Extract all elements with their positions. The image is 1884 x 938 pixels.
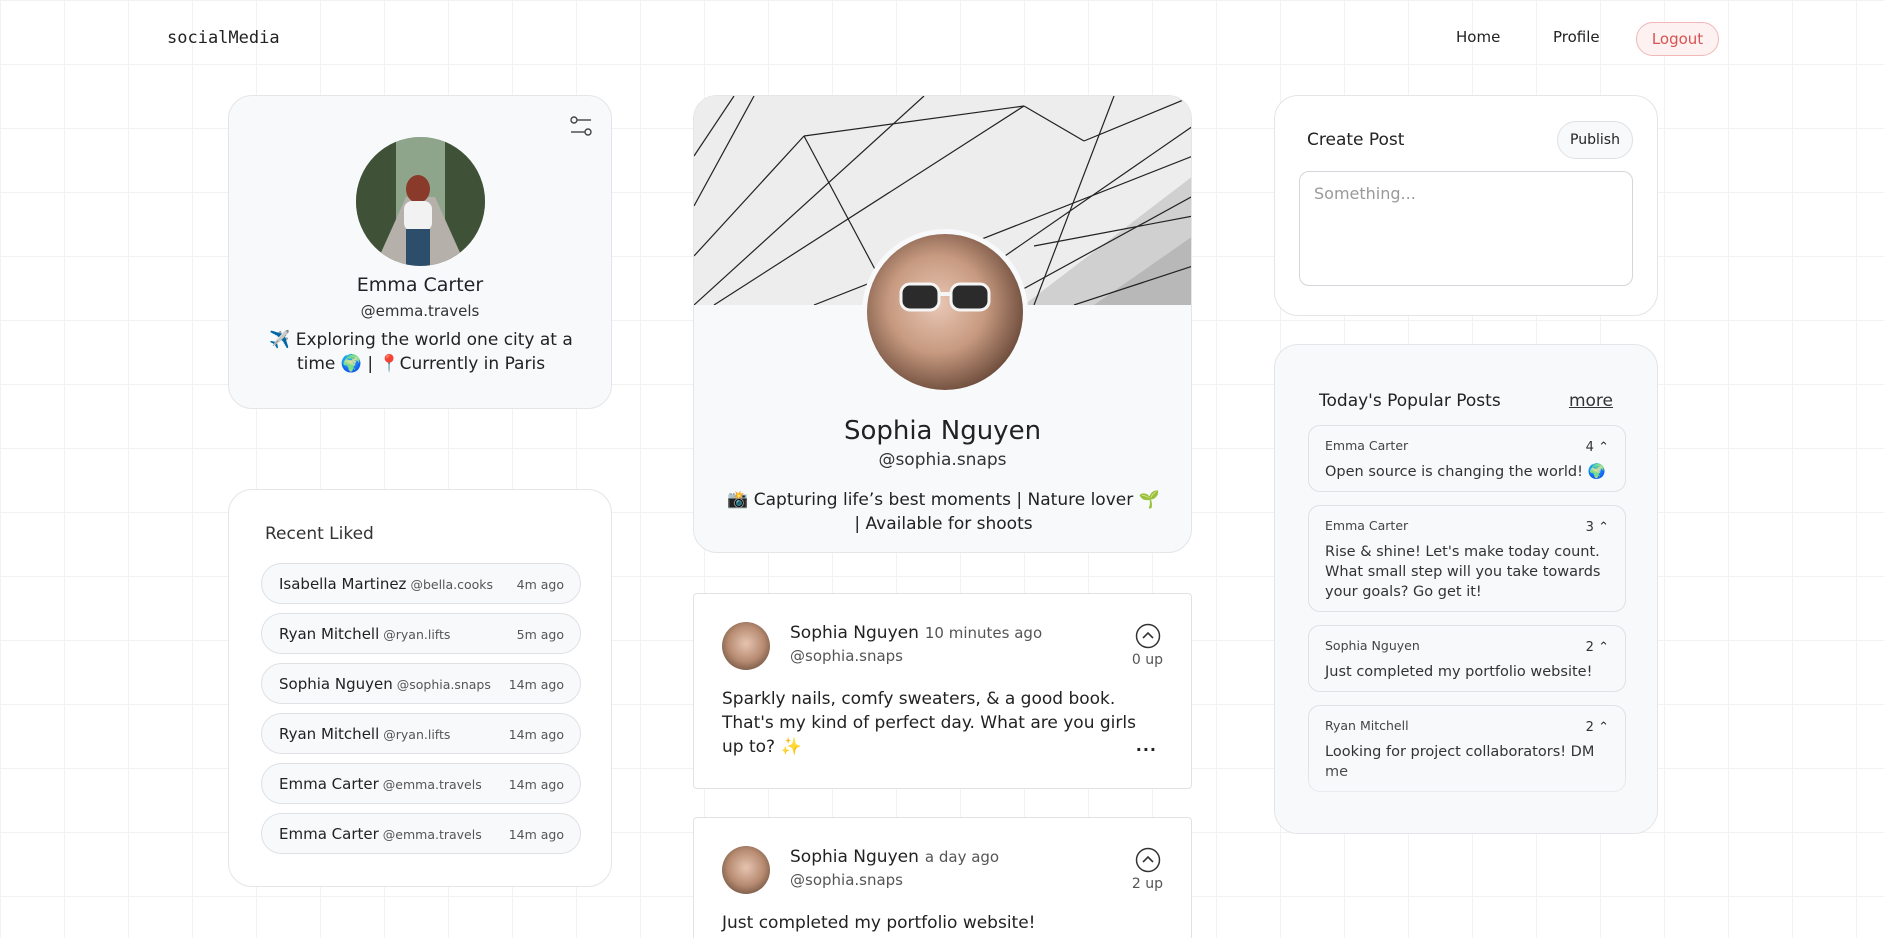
liked-user-handle: @emma.travels [382,777,482,792]
post-text: Sparkly nails, comfy sweaters, & a good … [722,689,1136,757]
list-item[interactable]: Emma Carter 4 ⌃ Open source is changing … [1308,425,1626,492]
viewed-profile-avatar [862,229,1028,395]
list-item[interactable]: Sophia Nguyen @sophia.snaps 14m ago [261,663,581,704]
liked-user-handle: @ryan.lifts [383,727,451,742]
liked-time: 14m ago [508,677,564,692]
chevron-up-icon: ⌃ [1598,520,1609,535]
popular-more-link[interactable]: more [1569,391,1613,411]
profile-name: Emma Carter [356,274,484,296]
popular-post-author: Emma Carter [1325,518,1409,533]
liked-time: 5m ago [516,627,564,642]
liked-user-name: Emma Carter [279,825,379,843]
list-item[interactable]: Emma Carter @emma.travels 14m ago [261,813,581,854]
post-card: Sophia Nguyen 10 minutes ago @sophia.snap… [693,593,1192,789]
popular-post-text: Just completed my portfolio website! [1325,664,1593,680]
logout-button[interactable]: Logout [1636,22,1719,56]
liked-user-name: Emma Carter [279,775,379,793]
post-time: 10 minutes ago [924,624,1043,642]
list-item[interactable]: Sophia Nguyen 2 ⌃ Just completed my port… [1308,625,1626,692]
list-item[interactable]: Ryan Mitchell @ryan.lifts 5m ago [261,613,581,654]
avatar [356,137,485,266]
recent-liked-title: Recent Liked [265,524,374,544]
post-textarea[interactable] [1299,171,1633,286]
list-item[interactable]: Emma Carter @emma.travels 14m ago [261,763,581,804]
viewed-profile-handle: @sophia.snaps [878,450,1007,470]
liked-user-name: Ryan Mitchell [279,725,380,743]
popular-post-text: Open source is changing the world! 🌍 [1325,464,1606,480]
viewed-profile-name: Sophia Nguyen [843,416,1042,446]
liked-user-name: Isabella Martinez [279,575,407,593]
liked-time: 14m ago [508,827,564,842]
popular-post-author: Ryan Mitchell [1325,718,1409,733]
profile-handle: @emma.travels [360,302,480,320]
post-author[interactable]: Sophia Nguyen [790,623,919,643]
chevron-up-icon: ⌃ [1598,440,1609,455]
popular-post-count: 2 [1585,640,1594,655]
top-nav: socialMedia Home Profile Logout [0,0,1884,76]
liked-user-handle: @emma.travels [382,827,482,842]
post-handle: @sophia.snaps [790,647,903,665]
post-text: Just completed my portfolio website! [722,913,1036,933]
liked-user-handle: @bella.cooks [410,577,494,592]
liked-user-name: Ryan Mitchell [279,625,380,643]
popular-post-text: Rise & shine! Let's make today count. Wh… [1325,544,1601,600]
liked-time: 14m ago [508,777,564,792]
popular-post-count: 2 [1585,720,1594,735]
filter-settings-icon[interactable] [569,114,593,138]
recent-liked-card: Recent Liked Isabella Martinez @bella.coo… [228,489,612,887]
popular-post-count: 3 [1585,520,1594,535]
list-item[interactable]: Ryan Mitchell @ryan.lifts 14m ago [261,713,581,754]
popular-post-author: Sophia Nguyen [1325,638,1420,653]
post-card: Sophia Nguyen a day ago @sophia.snaps 2 u… [693,817,1192,938]
chevron-up-icon: ⌃ [1598,640,1609,655]
viewed-profile-bio: 📸 Capturing life’s best moments | Nature… [727,490,1160,534]
liked-time: 14m ago [508,727,564,742]
popular-post-text: Looking for project collaborators! DM me [1325,744,1595,780]
liked-user-handle: @sophia.snaps [396,677,491,692]
upvote-icon[interactable] [1135,623,1161,649]
list-item[interactable]: Emma Carter 3 ⌃ Rise & shine! Let's make… [1308,505,1626,612]
popular-post-count: 4 [1585,440,1594,455]
recent-liked-list: Isabella Martinez @bella.cooks 4m ago Rya… [261,563,581,863]
post-time: a day ago [924,848,1000,866]
profile-bio: ✈️ Exploring the world one city at a tim… [269,330,573,374]
liked-user-name: Sophia Nguyen [279,675,393,693]
create-post-title: Create Post [1307,130,1405,150]
upvote-icon[interactable] [1135,847,1161,873]
upvote-count: 0 up [1131,652,1163,668]
more-options-button[interactable]: ··· [1136,740,1157,759]
brand-logo[interactable]: socialMedia [167,28,280,48]
popular-posts-list: Emma Carter 4 ⌃ Open source is changing … [1308,425,1626,805]
popular-post-author: Emma Carter [1325,438,1409,453]
popular-posts-title: Today's Popular Posts [1319,391,1501,411]
avatar[interactable] [722,622,770,670]
profile-card: Emma Carter @emma.travels ✈️ Exploring t… [228,95,612,409]
viewed-profile-card: Sophia Nguyen @sophia.snaps 📸 Capturing … [693,95,1192,553]
sunglasses-graphic [899,282,991,312]
popular-posts-card: Today's Popular Posts more Emma Carter 4… [1274,344,1658,834]
list-item[interactable]: Ryan Mitchell 2 ⌃ Looking for project co… [1308,705,1626,792]
post-author[interactable]: Sophia Nguyen [790,847,919,867]
post-handle: @sophia.snaps [790,871,903,889]
nav-home-link[interactable]: Home [1456,28,1500,46]
nav-profile-link[interactable]: Profile [1553,28,1600,46]
liked-time: 4m ago [516,577,564,592]
upvote-count: 2 up [1131,876,1163,892]
create-post-card: Create Post Publish [1274,95,1658,316]
list-item[interactable]: Isabella Martinez @bella.cooks 4m ago [261,563,581,604]
avatar[interactable] [722,846,770,894]
liked-user-handle: @ryan.lifts [383,627,451,642]
publish-button[interactable]: Publish [1557,121,1633,159]
chevron-up-icon: ⌃ [1598,720,1609,735]
